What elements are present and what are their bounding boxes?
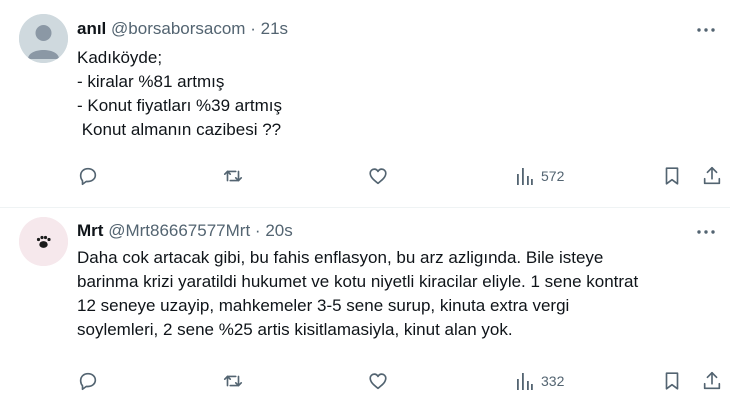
tweet-text-line: Konut almanın cazibesi ?? [77,120,282,139]
user-handle[interactable]: @Mrt86667577Mrt [108,221,250,240]
reply-icon [79,372,97,391]
bookmark-button[interactable] [661,162,683,190]
views-count: 572 [541,168,565,184]
share-icon [703,371,721,390]
tweet-text: Kadıköyde; - kiralar %81 artmış - Konut … [77,46,717,142]
tweet-text-line: - Konut fiyatları %39 artmış [77,96,283,115]
display-name[interactable]: anıl [77,19,106,38]
separator-dot: · [250,19,256,38]
more-options-button[interactable] [694,18,718,42]
action-bar: 332 [77,367,727,395]
tweet-text-line: - kiralar %81 artmış [77,72,225,91]
bookmark-icon [665,167,679,185]
heart-icon [369,373,387,390]
share-icon [703,166,721,185]
share-button[interactable] [701,367,723,395]
views-button[interactable]: 572 [515,162,564,190]
retweet-icon [223,170,243,182]
more-options-button[interactable] [694,220,718,244]
tweet[interactable]: Mrt @Mrt86667577Mrt · 20s Daha cok artac… [0,208,730,420]
more-icon [697,230,715,234]
timestamp[interactable]: 20s [265,221,292,240]
avatar[interactable] [19,14,68,63]
analytics-icon [517,168,533,185]
views-count: 332 [541,373,565,389]
retweet-button[interactable] [222,162,244,190]
user-handle[interactable]: @borsaborsacom [111,19,245,38]
tweet[interactable]: anıl @borsaborsacom · 21s Kadıköyde; - k… [0,0,730,207]
more-icon [697,28,715,32]
paw-icon [19,217,68,266]
retweet-icon [223,375,243,387]
reply-icon [79,167,97,186]
bookmark-button[interactable] [661,367,683,395]
reply-button[interactable] [77,367,99,395]
analytics-icon [517,373,533,390]
tweet-header: anıl @borsaborsacom · 21s [77,17,288,41]
timestamp[interactable]: 21s [261,19,288,38]
tweet-text-line: Daha cok artacak gibi, bu fahis enflasyo… [77,248,604,267]
tweet-text-line: Kadıköyde; [77,48,163,67]
separator-dot: · [254,221,261,240]
tweet-text-line: barinma krizi yaratildi hukumet ve kotu … [77,272,639,291]
tweet-text-line: soylemleri, 2 sene %25 artis kisitlamasi… [77,320,513,339]
heart-icon [369,168,387,185]
reply-button[interactable] [77,162,99,190]
action-bar: 572 [77,162,727,190]
retweet-button[interactable] [222,367,244,395]
share-button[interactable] [701,162,723,190]
views-button[interactable]: 332 [515,367,564,395]
display-name[interactable]: Mrt [77,221,103,240]
bookmark-icon [665,372,679,390]
tweet-text: Daha cok artacak gibi, bu fahis enflasyo… [77,246,717,342]
like-button[interactable] [367,367,389,395]
timeline-feed: anıl @borsaborsacom · 21s Kadıköyde; - k… [0,0,730,420]
like-button[interactable] [367,162,389,190]
tweet-header: Mrt @Mrt86667577Mrt · 20s [77,219,293,243]
default-profile-icon [19,14,68,63]
tweet-text-line: 12 seneye uzayip, mahkemeler 3-5 sene su… [77,296,570,315]
avatar[interactable] [19,217,68,266]
